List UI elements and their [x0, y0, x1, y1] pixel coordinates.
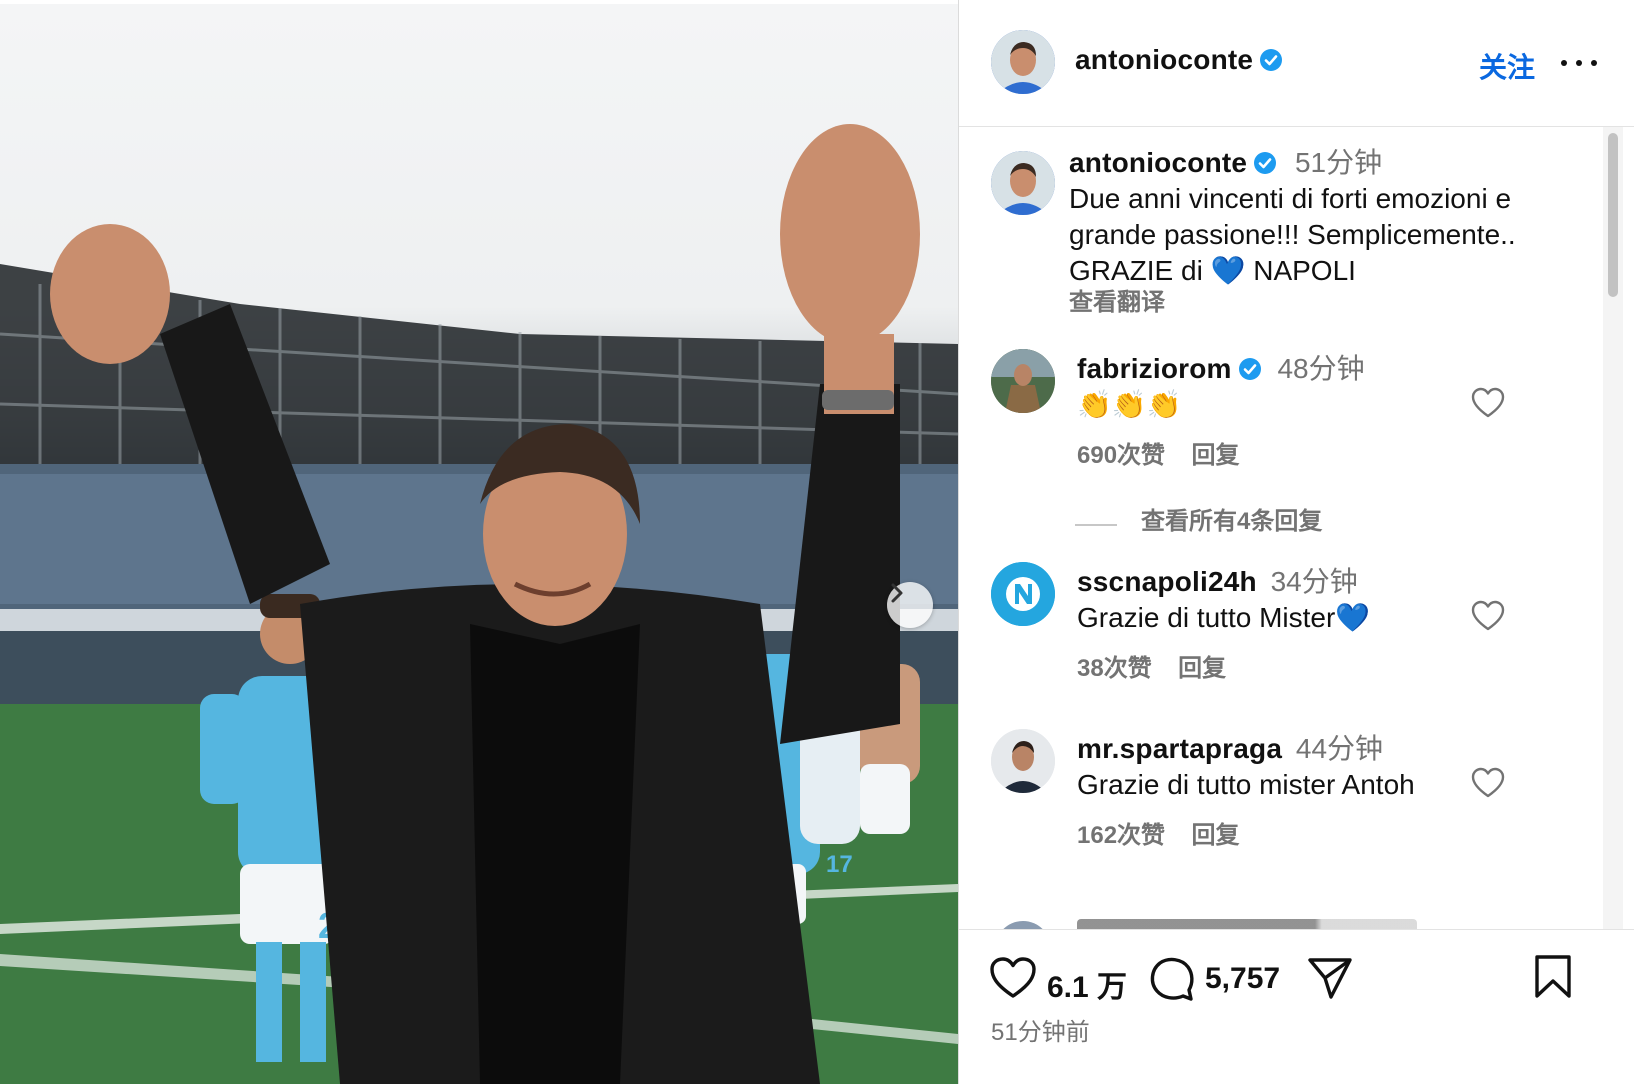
heart-icon[interactable] [1471, 387, 1505, 419]
scrollbar-thumb[interactable] [1608, 133, 1618, 297]
comment-time: 48分钟 [1277, 353, 1365, 384]
post-caption: antonioconte 51分钟 Due anni vincenti di f… [959, 141, 1599, 331]
reply-button[interactable]: 回复 [1192, 822, 1240, 849]
commenter-avatar[interactable] [991, 729, 1055, 793]
caption-avatar[interactable] [991, 151, 1055, 215]
paper-plane-icon[interactable] [1307, 956, 1353, 1000]
comment-text: Grazie di tutto mister Antoh [1077, 769, 1415, 800]
jersey-number-back: 17 [826, 851, 853, 878]
comment-text: Grazie di tutto Mister💙 [1077, 602, 1371, 633]
posted-time: 51分钟前 [991, 1019, 1090, 1046]
author-username[interactable]: antonioconte [1075, 44, 1253, 75]
comment-likes[interactable]: 690次赞 [1077, 442, 1165, 469]
post-photo[interactable]: 20 5 17 [0, 4, 958, 1084]
more-dots-icon [1561, 60, 1567, 66]
comment-item: fabriziorom 48分钟 👏👏👏 690次赞 回复 查看所有4条回复 [959, 347, 1599, 547]
verified-badge-icon [1260, 49, 1283, 71]
commenter-avatar[interactable] [995, 921, 1051, 929]
reply-button[interactable]: 回复 [1192, 442, 1240, 469]
photo-illustration: 20 5 17 [0, 124, 958, 1084]
comment-likes[interactable]: 38次赞 [1077, 655, 1152, 682]
avatar-portrait [991, 151, 1055, 215]
instagram-post-window: 20 5 17 [0, 0, 1634, 1084]
comment-item: sscnapoli24h 34分钟 Grazie di tutto Mister… [959, 560, 1599, 700]
heart-icon[interactable] [1471, 600, 1505, 632]
avatar-portrait [991, 30, 1055, 94]
more-options-button[interactable] [1557, 44, 1601, 80]
commenter-username[interactable]: fabriziorom [1077, 353, 1232, 384]
verified-badge-icon [1238, 358, 1261, 380]
chevron-right-icon [891, 583, 903, 603]
comment-text: 👏👏👏 [1077, 389, 1182, 420]
view-replies[interactable]: 查看所有4条回复 [1075, 501, 1322, 536]
commenter-username[interactable]: mr.spartapraga [1077, 733, 1282, 764]
comments-scrollbar[interactable] [1603, 127, 1623, 929]
follow-button[interactable]: 关注 [1479, 46, 1535, 86]
comment-item: mr.spartapraga 44分钟 Grazie di tutto mist… [959, 727, 1599, 867]
comment-likes[interactable]: 162次赞 [1077, 822, 1165, 849]
likes-count[interactable]: 6.1 万 [1047, 962, 1127, 1006]
comment-time: 34分钟 [1270, 566, 1358, 597]
bookmark-icon[interactable] [1533, 954, 1573, 1000]
caption-line: grande passione!!! Semplicemente.. [1069, 219, 1516, 250]
caption-line: Due anni vincenti di forti emozioni e [1069, 183, 1512, 214]
post-header: antonioconte 关注 [959, 0, 1634, 127]
comment-icon[interactable] [1149, 956, 1195, 1002]
comment-item-partial [959, 919, 1599, 929]
comments-count[interactable]: 5,757 [1205, 962, 1280, 996]
author-avatar[interactable] [991, 30, 1055, 94]
commenter-avatar[interactable] [991, 349, 1055, 413]
post-actions-bar: 6.1 万 5,757 51分钟前 [959, 929, 1634, 1085]
next-photo-button[interactable] [887, 582, 933, 628]
comment-time: 44分钟 [1295, 733, 1384, 764]
commenter-avatar[interactable] [991, 562, 1055, 626]
avatar-portrait [991, 729, 1055, 793]
post-side-panel: antonioconte 关注 antonioconte 51分钟 Due an… [958, 0, 1634, 1084]
heart-icon[interactable] [1471, 767, 1505, 799]
divider [1075, 523, 1117, 526]
caption-time: 51分钟 [1294, 147, 1383, 178]
avatar-portrait [991, 349, 1055, 413]
view-replies-label[interactable]: 查看所有4条回复 [1141, 508, 1322, 535]
caption-username[interactable]: antonioconte [1069, 147, 1247, 178]
heart-icon[interactable] [989, 956, 1037, 1000]
comments-scroll-area[interactable]: antonioconte 51分钟 Due anni vincenti di f… [959, 127, 1634, 929]
caption-line: GRAZIE di 💙 NAPOLI [1069, 255, 1356, 286]
comment-text-cutoff [1077, 919, 1417, 929]
see-translation-link[interactable]: 查看翻译 [1069, 289, 1589, 317]
verified-badge-icon [1254, 152, 1277, 174]
reply-button[interactable]: 回复 [1178, 655, 1226, 682]
commenter-username[interactable]: sscnapoli24h [1077, 566, 1257, 597]
napoli-logo-icon [991, 562, 1055, 626]
